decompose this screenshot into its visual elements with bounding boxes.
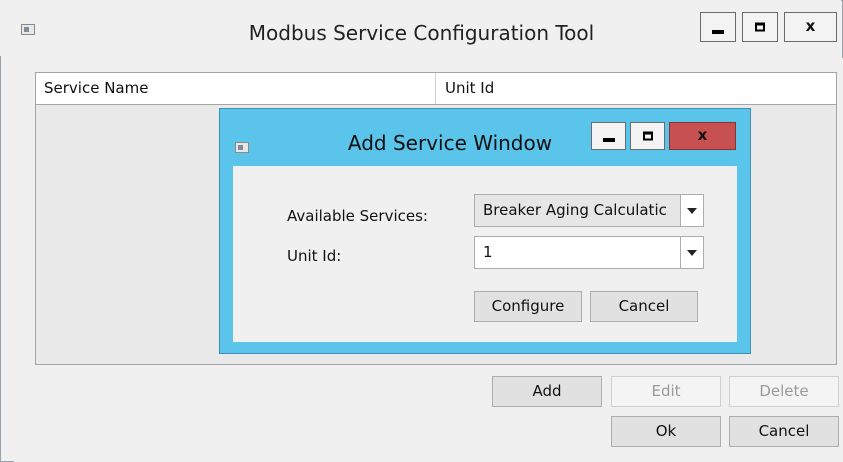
dialog-cancel-button[interactable]: Cancel: [590, 291, 698, 322]
list-header: Service Name Unit Id: [35, 72, 837, 105]
close-icon: x: [697, 126, 708, 144]
dialog-window-icon[interactable]: [235, 142, 249, 153]
available-services-dropdown[interactable]: Breaker Aging Calculatic: [474, 194, 704, 227]
column-divider[interactable]: [435, 73, 436, 104]
minimize-icon: [602, 138, 615, 142]
chevron-down-icon[interactable]: [680, 195, 703, 226]
add-button[interactable]: Add: [492, 376, 602, 407]
maximize-button[interactable]: [742, 12, 778, 42]
ok-button[interactable]: Ok: [611, 416, 721, 447]
unit-id-dropdown[interactable]: 1: [474, 236, 704, 269]
dialog-close-button[interactable]: x: [669, 122, 736, 150]
column-header-unit-id[interactable]: Unit Id: [437, 73, 837, 104]
main-cancel-button[interactable]: Cancel: [729, 416, 839, 447]
configure-button[interactable]: Configure: [474, 291, 582, 322]
column-header-service-name[interactable]: Service Name: [36, 73, 436, 104]
minimize-button[interactable]: [700, 12, 736, 42]
dialog-maximize-button[interactable]: [630, 122, 665, 150]
maximize-icon: [755, 22, 765, 32]
close-button[interactable]: x: [784, 12, 837, 42]
unit-id-label: Unit Id:: [287, 247, 342, 265]
unit-id-value: 1: [483, 243, 493, 261]
edit-button[interactable]: Edit: [611, 376, 721, 407]
minimize-icon: [712, 30, 724, 34]
available-services-label: Available Services:: [287, 207, 428, 225]
dialog-title: Add Service Window: [347, 131, 553, 155]
chevron-down-icon[interactable]: [680, 237, 703, 268]
available-services-value: Breaker Aging Calculatic: [483, 201, 667, 219]
delete-button[interactable]: Delete: [729, 376, 839, 407]
maximize-icon: [642, 131, 653, 141]
close-icon: x: [805, 17, 816, 35]
dialog-minimize-button[interactable]: [591, 122, 626, 150]
